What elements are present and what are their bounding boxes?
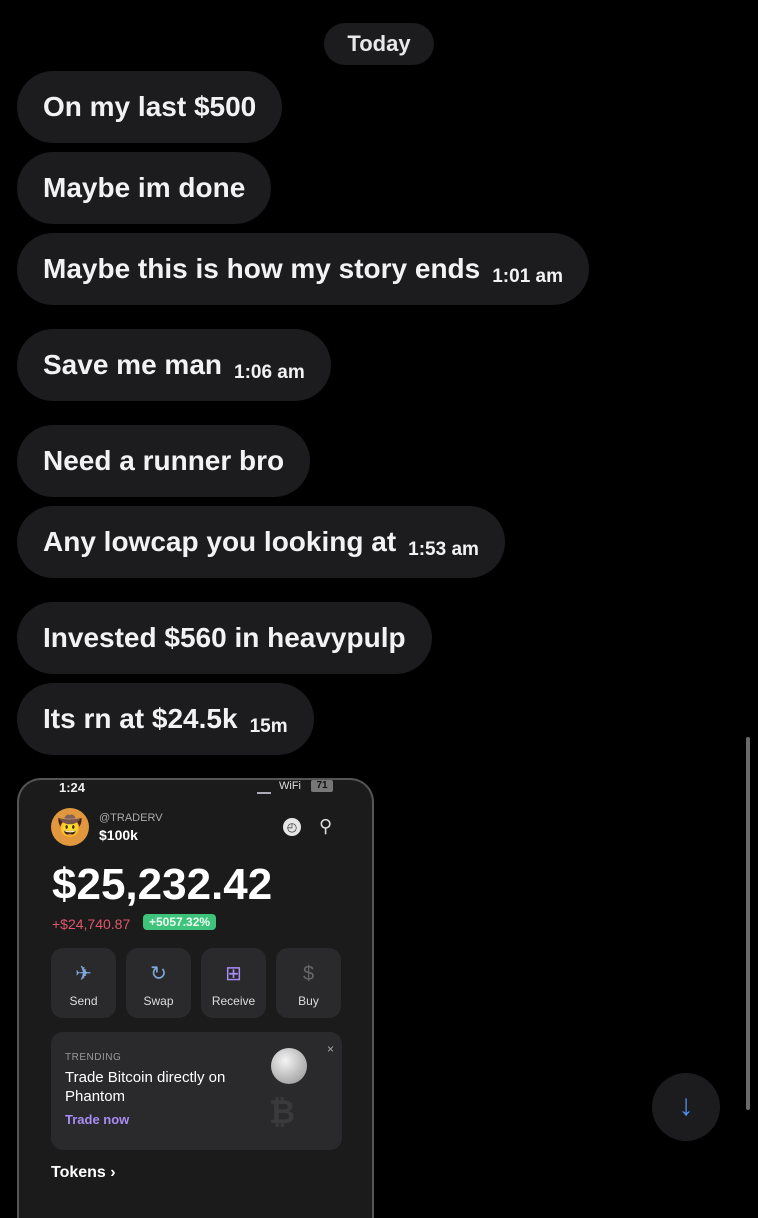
send-label: Send: [69, 994, 98, 1008]
message-text: Its rn at $24.5k: [43, 703, 238, 734]
message-timestamp: 1:06 am: [234, 362, 305, 383]
message-timestamp: 15m: [249, 716, 288, 737]
account-name: $100k: [99, 827, 138, 843]
message-text: Invested $560 in heavypulp: [43, 622, 406, 653]
message-bubble[interactable]: Its rn at $24.5k 15m: [17, 683, 314, 755]
receive-action: ⊞ Receive: [201, 948, 266, 1018]
pnl-percent-badge: +5057.32%: [143, 914, 217, 930]
message-bubble[interactable]: Save me man 1:06 am: [17, 329, 331, 401]
send-action: ✈ Send: [51, 948, 116, 1018]
message-text: On my last $500: [43, 91, 257, 122]
image-attachment[interactable]: 1:24 WiFi 71 🤠 @TRADERV $100k ◴ ⚲ $25,23…: [17, 778, 374, 1218]
dollar-icon: $: [302, 963, 315, 985]
message-bubble[interactable]: On my last $500: [17, 71, 283, 143]
message-bubble[interactable]: Invested $560 in heavypulp: [17, 602, 432, 674]
message-text: Maybe this is how my story ends: [43, 253, 481, 284]
swap-icon: ↻: [150, 963, 167, 985]
pnl-value: +$24,740.87: [52, 916, 131, 932]
message-timestamp: 1:01 am: [492, 266, 564, 287]
attachment-clock: 1:24: [59, 780, 86, 795]
search-icon: ⚲: [319, 816, 333, 836]
wifi-label: WiFi: [279, 780, 301, 792]
battery-icon: 71: [311, 780, 333, 792]
message-bubble[interactable]: Need a runner bro: [17, 425, 311, 497]
close-icon: ×: [326, 1042, 334, 1056]
trending-card: TRENDING Trade Bitcoin directly on Phant…: [51, 1032, 342, 1150]
message-bubble[interactable]: Maybe this is how my story ends 1:01 am: [17, 233, 590, 305]
signal-icon: [257, 784, 271, 794]
qr-icon: ⊞: [225, 963, 242, 985]
message-text: Any lowcap you looking at: [43, 526, 397, 557]
wallet-balance: $25,232.42: [52, 860, 273, 909]
message-bubble[interactable]: Any lowcap you looking at 1:53 am: [17, 506, 505, 578]
message-text: Maybe im done: [43, 172, 246, 203]
message-timestamp: 1:53 am: [408, 539, 479, 560]
bitcoin-icon: ₿: [269, 1094, 296, 1130]
swap-label: Swap: [143, 994, 174, 1008]
trending-label: TRENDING: [65, 1052, 122, 1063]
swap-action: ↻ Swap: [126, 948, 191, 1018]
message-text: Save me man: [43, 349, 222, 380]
message-bubble[interactable]: Maybe im done: [17, 152, 272, 224]
tokens-heading: Tokens ›: [51, 1164, 116, 1181]
scroll-to-bottom-button[interactable]: ↓: [652, 1073, 720, 1141]
receive-label: Receive: [211, 994, 256, 1008]
buy-label: Buy: [298, 994, 319, 1008]
wallet-handle: @TRADERV: [99, 812, 163, 824]
scrollbar[interactable]: [746, 737, 750, 1110]
avatar: 🤠: [51, 808, 89, 846]
date-divider: Today: [324, 23, 434, 65]
trade-now-link: Trade now: [65, 1112, 130, 1127]
coin-icon: [271, 1048, 307, 1084]
message-text: Need a runner bro: [43, 445, 285, 476]
arrow-down-icon: ↓: [678, 1089, 694, 1122]
buy-action: $ Buy: [276, 948, 341, 1018]
history-icon: ◴: [283, 818, 301, 836]
attachment-status-bar: 1:24 WiFi 71: [19, 780, 372, 802]
send-icon: ✈: [75, 963, 92, 985]
promo-title: Trade Bitcoin directly on Phantom: [65, 1069, 226, 1105]
